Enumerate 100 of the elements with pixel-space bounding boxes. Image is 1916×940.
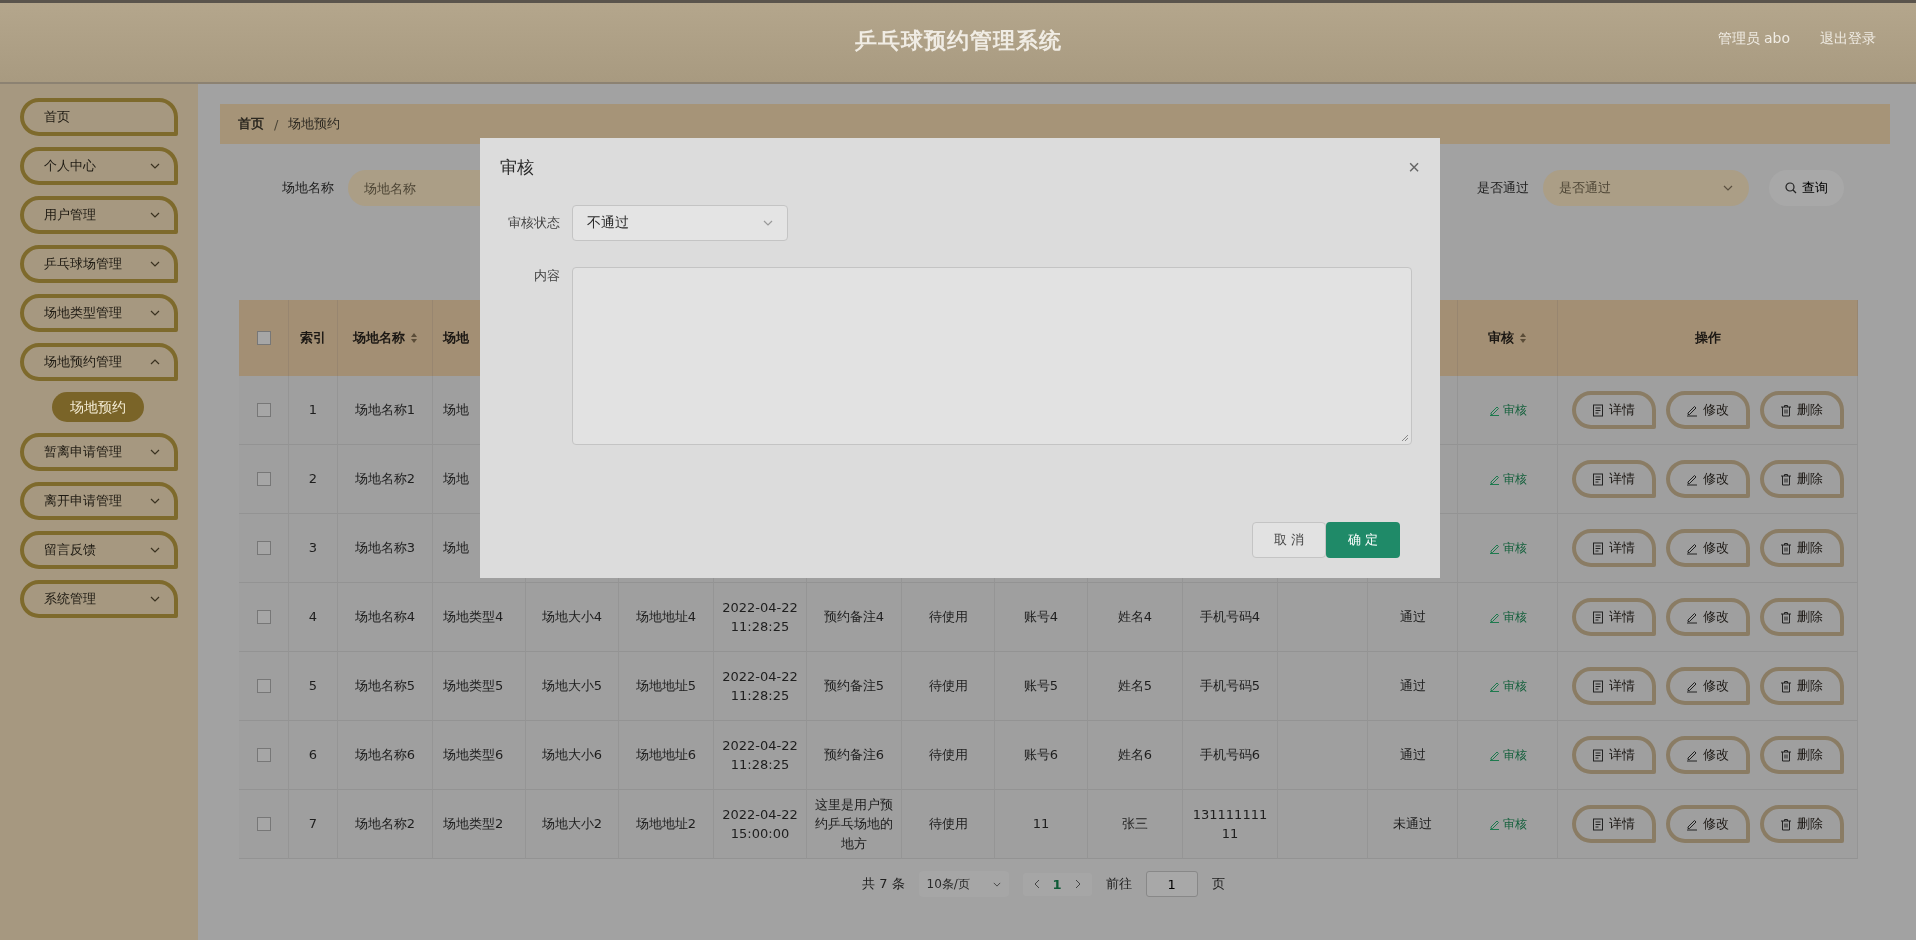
goto-label: 前往: [1105, 875, 1132, 893]
menu-item[interactable]: 留言反馈: [20, 531, 178, 569]
menu-item[interactable]: 个人中心: [20, 147, 178, 185]
column-header[interactable]: 审核: [1488, 329, 1514, 347]
table-cell: 场地名称4: [338, 583, 433, 652]
table-cell: 5: [289, 652, 338, 721]
table-cell: 预约备注5: [807, 652, 902, 721]
table-cell: 场地地址4: [619, 583, 714, 652]
page-input[interactable]: 1: [1145, 871, 1198, 897]
table-cell: 预约备注4: [807, 583, 902, 652]
search-label: 是否通过: [1477, 179, 1529, 197]
confirm-button[interactable]: 确 定: [1326, 522, 1400, 558]
table-cell: 姓名6: [1088, 721, 1183, 790]
form-label: 内容: [533, 267, 560, 285]
action-button[interactable]: 详情: [1571, 736, 1656, 774]
breadcrumb-item[interactable]: 首页: [238, 115, 264, 133]
action-button[interactable]: 修改: [1665, 460, 1750, 498]
table-cell: 场地名称1: [338, 376, 433, 445]
table-cell: 场地地址6: [619, 721, 714, 790]
table-cell: 场地类型6: [433, 721, 526, 790]
action-button[interactable]: 详情: [1571, 805, 1656, 843]
table-cell: 通过: [1368, 652, 1458, 721]
action-button[interactable]: 修改: [1665, 805, 1750, 843]
table-cell: 待使用: [902, 583, 995, 652]
column-header[interactable]: 场地名称: [352, 329, 405, 347]
table-cell: 13111111111: [1183, 790, 1278, 859]
action-button[interactable]: 删除: [1759, 667, 1844, 705]
cancel-button[interactable]: 取 消: [1252, 522, 1326, 558]
table-cell: 通过: [1368, 721, 1458, 790]
menu-item[interactable]: 场地类型管理: [20, 294, 178, 332]
table-cell: 场地类型2: [433, 790, 526, 859]
submenu-item[interactable]: 场地预约: [52, 392, 144, 422]
table-cell: 场地大小4: [526, 583, 619, 652]
table-cell: 场地名称6: [338, 721, 433, 790]
action-button[interactable]: 删除: [1759, 460, 1844, 498]
form-label: 审核状态: [507, 214, 560, 232]
action-button[interactable]: 详情: [1571, 529, 1656, 567]
action-button[interactable]: 删除: [1759, 736, 1844, 774]
menu-item[interactable]: 乒乓球场管理: [20, 245, 178, 283]
table-cell: 场地大小5: [526, 652, 619, 721]
table-cell: 账号4: [995, 583, 1088, 652]
user-name: 管理员 abo: [1717, 30, 1790, 48]
column-header: 场地: [443, 329, 469, 347]
close-button[interactable]: ×: [1408, 156, 1420, 179]
search-label: 场地名称: [282, 179, 334, 197]
table-cell: 场地地址2: [619, 790, 714, 859]
table-cell: 待使用: [902, 790, 995, 859]
table-cell: 场地大小6: [526, 721, 619, 790]
page-size-select[interactable]: 10条/页: [918, 871, 1009, 897]
table-cell: 11: [995, 790, 1088, 859]
table-cell: 2: [289, 445, 338, 514]
action-button[interactable]: 详情: [1571, 391, 1656, 429]
page-suffix: 页: [1211, 875, 1225, 893]
action-button[interactable]: 修改: [1665, 391, 1750, 429]
table-cell: 2022-04-22 11:28:25: [714, 721, 807, 790]
table-cell: 未通过: [1368, 790, 1458, 859]
menu-item[interactable]: 场地预约管理: [20, 343, 178, 381]
action-button[interactable]: 修改: [1665, 736, 1750, 774]
breadcrumb-item: 场地预约: [288, 115, 341, 133]
column-header: 索引: [300, 329, 326, 347]
action-button[interactable]: 修改: [1665, 667, 1750, 705]
table-cell: 1: [289, 376, 338, 445]
table-cell: 场地名称5: [338, 652, 433, 721]
table-cell: 3: [289, 514, 338, 583]
table-cell: 待使用: [902, 652, 995, 721]
action-button[interactable]: 删除: [1759, 391, 1844, 429]
table-cell: 2022-04-22 11:28:25: [714, 583, 807, 652]
menu-item[interactable]: 系统管理: [20, 580, 178, 618]
table-cell: 场地名称2: [338, 790, 433, 859]
table-cell: 4: [289, 583, 338, 652]
menu-item[interactable]: 用户管理: [20, 196, 178, 234]
page-number[interactable]: 1: [1052, 876, 1062, 892]
select-field[interactable]: 是否通过: [1543, 170, 1749, 206]
action-button[interactable]: 详情: [1571, 598, 1656, 636]
menu-item[interactable]: 离开申请管理: [20, 482, 178, 520]
table-cell: 预约备注6: [807, 721, 902, 790]
table-cell: 6: [289, 721, 338, 790]
table-cell: 场地地址5: [619, 652, 714, 721]
table-cell: 场地类型4: [433, 583, 526, 652]
breadcrumb-separator: /: [274, 116, 279, 132]
system-title: 乒乓球预约管理系统: [854, 27, 1062, 55]
search-button[interactable]: 查询: [1769, 170, 1844, 206]
menu-item[interactable]: 暂离申请管理: [20, 433, 178, 471]
table-cell: 手机号码4: [1183, 583, 1278, 652]
table-cell: 手机号码6: [1183, 721, 1278, 790]
action-button[interactable]: 详情: [1571, 667, 1656, 705]
table-cell: 场地名称3: [338, 514, 433, 583]
action-button[interactable]: 删除: [1759, 805, 1844, 843]
table-cell: 通过: [1368, 583, 1458, 652]
menu-item[interactable]: 首页: [20, 98, 178, 136]
status-select[interactable]: 不通过: [572, 205, 788, 241]
action-button[interactable]: 删除: [1759, 598, 1844, 636]
action-button[interactable]: 修改: [1665, 529, 1750, 567]
action-button[interactable]: 修改: [1665, 598, 1750, 636]
table-cell: 姓名5: [1088, 652, 1183, 721]
table-cell: 场地名称2: [338, 445, 433, 514]
action-button[interactable]: 删除: [1759, 529, 1844, 567]
column-header: 操作: [1694, 329, 1721, 347]
action-button[interactable]: 详情: [1571, 460, 1656, 498]
table-cell: 7: [289, 790, 338, 859]
